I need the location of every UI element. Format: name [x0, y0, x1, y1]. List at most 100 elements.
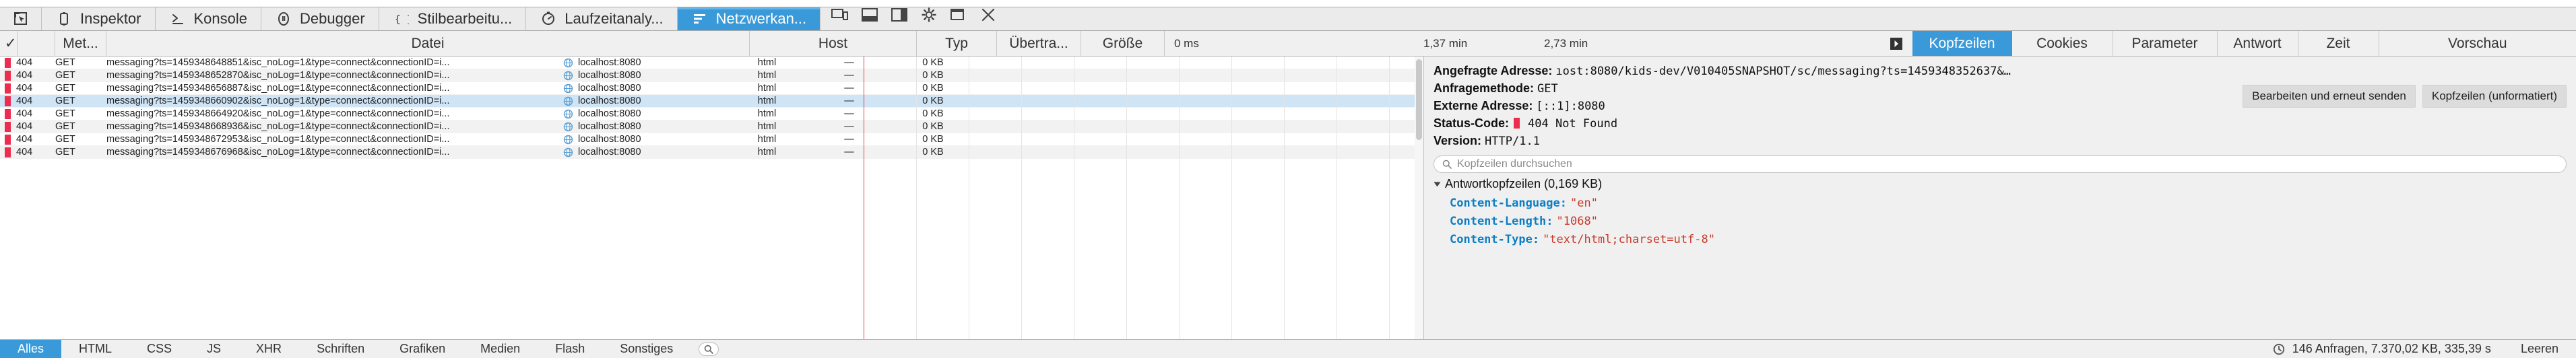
filter-button-label: Grafiken	[399, 342, 446, 355]
filter-button-medien[interactable]: Medien	[463, 340, 538, 358]
filter-button-sonstiges[interactable]: Sonstiges	[602, 340, 690, 358]
network-footer-toolbar: Alles HTML CSS JS XHR Schriften Grafiken Medien…	[0, 339, 2576, 358]
table-row[interactable]: 404 GET messaging?ts=1459348652870&isc_noL…	[0, 69, 1423, 82]
filter-button-grafiken[interactable]: Grafiken	[382, 340, 463, 358]
row-method: GET	[55, 147, 75, 157]
detail-tab-zeit[interactable]: Zeit	[2298, 31, 2379, 56]
clear-requests-button[interactable]: Leeren	[2503, 340, 2576, 358]
table-row[interactable]: 404 GET messaging?ts=1459348672953&isc_noL…	[0, 133, 1423, 146]
row-transferred: —	[844, 134, 854, 145]
filter-button-xhr[interactable]: XHR	[238, 340, 299, 358]
detail-tab-antwort-label: Antwort	[2233, 35, 2282, 51]
filter-button-js[interactable]: JS	[189, 340, 238, 358]
toolbar-filler	[820, 7, 2576, 30]
column-header-status-spacer[interactable]	[18, 31, 55, 56]
tab-inspektor[interactable]: Inspektor	[42, 7, 156, 30]
field-version: Version: HTTP/1.1	[1434, 133, 2567, 150]
filter-button-flash[interactable]: Flash	[538, 340, 602, 358]
svg-text:{ }: { }	[395, 14, 409, 26]
column-header-state[interactable]: ✓	[0, 31, 18, 56]
raw-headers-button[interactable]: Kopfzeilen (unformatiert)	[2422, 85, 2567, 108]
dock-side-icon[interactable]	[891, 7, 908, 22]
table-row[interactable]: 404 GET messaging?ts=1459348656887&isc_noL…	[0, 82, 1423, 95]
row-host: localhost:8080	[563, 121, 727, 132]
row-method: GET	[55, 108, 75, 119]
row-host-label: localhost:8080	[578, 83, 641, 94]
header-name-content-length: Content-Length:	[1450, 215, 1553, 228]
network-request-list[interactable]: 404 GET messaging?ts=1459348648851&isc_noL…	[0, 57, 1423, 339]
search-icon	[1442, 159, 1452, 169]
expand-timeline-icon[interactable]	[1706, 31, 1912, 56]
debugger-icon	[275, 10, 292, 28]
table-row[interactable]: 404 GET messaging?ts=1459348676968&isc_noL…	[0, 146, 1423, 159]
tab-netzwerkanalyse[interactable]: Netzwerkan...	[677, 7, 820, 30]
tab-laufzeitanalyse[interactable]: Laufzeitanaly...	[526, 7, 678, 30]
filter-button-css[interactable]: CSS	[129, 340, 189, 358]
row-host-label: localhost:8080	[578, 134, 641, 145]
network-filter-buttons: Alles HTML CSS JS XHR Schriften Grafiken Medien…	[0, 340, 690, 358]
table-row[interactable]: 404 GET messaging?ts=1459348660902&isc_noL…	[0, 95, 1423, 108]
filter-button-label: Flash	[555, 342, 585, 355]
tab-debugger[interactable]: Debugger	[261, 7, 379, 30]
footer-spacer	[719, 340, 2272, 358]
timeline-tick-0: 0 ms	[1165, 31, 1423, 56]
filter-button-alles[interactable]: Alles	[0, 340, 62, 358]
table-row[interactable]: 404 GET messaging?ts=1459348668936&isc_noL…	[0, 120, 1423, 133]
row-size: 0 KB	[922, 83, 944, 94]
row-type: html	[757, 108, 777, 119]
row-host: localhost:8080	[563, 70, 727, 81]
timeline-tick-0-label: 0 ms	[1174, 36, 1199, 50]
performance-icon	[540, 10, 557, 28]
clear-requests-label: Leeren	[2520, 342, 2558, 355]
timeline-tick-1: 1,37 min	[1423, 31, 1544, 56]
row-status: 404	[16, 108, 33, 119]
element-picker-icon[interactable]	[0, 7, 42, 30]
response-headers-section-toggle[interactable]: Antwortkopfzeilen (0,169 KB)	[1434, 177, 2567, 191]
close-icon[interactable]	[979, 7, 997, 22]
filter-button-schriften[interactable]: Schriften	[299, 340, 382, 358]
tab-konsole[interactable]: Konsole	[156, 7, 262, 30]
field-remote-address-value: [::1]:8080	[1536, 100, 1605, 113]
column-header-type[interactable]: Typ	[917, 31, 997, 56]
column-header-file[interactable]: Datei	[106, 31, 750, 56]
row-size: 0 KB	[922, 121, 944, 132]
detail-tab-cookies[interactable]: Cookies	[2012, 31, 2113, 56]
row-type: html	[757, 147, 777, 157]
column-header-transferred[interactable]: Übertra...	[997, 31, 1081, 56]
column-header-method[interactable]: Met...	[55, 31, 106, 56]
tab-debugger-label: Debugger	[300, 10, 365, 27]
row-transferred: —	[844, 57, 854, 68]
field-requested-address-value[interactable]: ıost:8080/kids-dev/V010405SNAPSHOT/sc/me…	[1555, 65, 2011, 78]
settings-gear-icon[interactable]	[920, 7, 938, 22]
detail-tab-vorschau[interactable]: Vorschau	[2379, 31, 2576, 56]
column-header-size[interactable]: Größe	[1081, 31, 1165, 56]
responsive-design-mode-icon[interactable]	[831, 7, 849, 22]
dock-bottom-icon[interactable]	[861, 7, 878, 22]
filter-button-html[interactable]: HTML	[61, 340, 129, 358]
devtools-body: 404 GET messaging?ts=1459348648851&isc_noL…	[0, 57, 2576, 339]
request-list-scrollbar[interactable]	[1415, 57, 1423, 339]
filter-search-button[interactable]	[699, 343, 719, 356]
detail-tab-parameter[interactable]: Parameter	[2113, 31, 2218, 56]
table-row[interactable]: 404 GET messaging?ts=1459348648851&isc_noL…	[0, 57, 1423, 69]
column-header-host[interactable]: Host	[750, 31, 917, 56]
table-row[interactable]: 404 GET messaging?ts=1459348664920&isc_noL…	[0, 108, 1423, 120]
row-file: messaging?ts=1459348660902&isc_noLog=1&t…	[106, 96, 450, 106]
separate-window-icon[interactable]	[950, 7, 967, 22]
error-square-icon	[5, 57, 11, 68]
request-details-pane: Angefragte Adresse: ıost:8080/kids-dev/V…	[1424, 57, 2576, 339]
detail-tab-parameter-label: Parameter	[2131, 35, 2198, 51]
tab-stilbearbeitung[interactable]: { } Stilbearbeitu...	[379, 7, 527, 30]
edit-and-resend-button[interactable]: Bearbeiten und erneut senden	[2243, 85, 2416, 108]
detail-tab-kopfzeilen[interactable]: Kopfzeilen	[1912, 31, 2012, 56]
request-list-scrollbar-thumb[interactable]	[1416, 59, 1422, 140]
toolbox-window-controls	[820, 7, 2576, 22]
detail-tab-cookies-label: Cookies	[2036, 35, 2088, 51]
headers-search-wrapper: Kopfzeilen durchsuchen	[1434, 155, 2567, 173]
timeline-tick-2: 2,73 min	[1544, 31, 1706, 56]
devtools-window: Inspektor Konsole Debugger { } Stilbearb…	[0, 0, 2576, 358]
headers-search-input[interactable]: Kopfzeilen durchsuchen	[1434, 155, 2567, 173]
detail-tab-antwort[interactable]: Antwort	[2218, 31, 2298, 56]
row-transferred: —	[844, 121, 854, 132]
console-icon	[169, 10, 187, 28]
